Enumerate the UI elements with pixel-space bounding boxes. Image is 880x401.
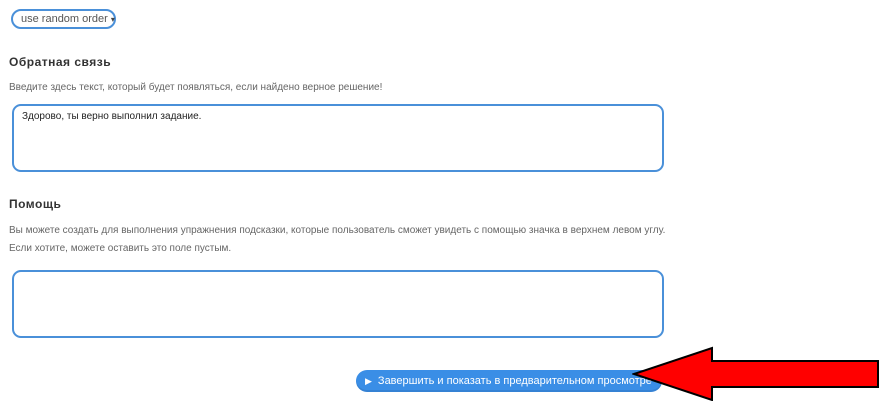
- feedback-hint: Введите здесь текст, который будет появл…: [9, 82, 383, 93]
- feedback-text: Здорово, ты верно выполнил задание.: [22, 111, 202, 122]
- annotation-arrow-icon: [632, 346, 879, 401]
- order-select-value: use random order: [21, 13, 108, 25]
- help-hint-line1: Вы можете создать для выполнения упражне…: [9, 225, 666, 236]
- finish-preview-label: Завершить и показать в предварительном п…: [377, 375, 652, 387]
- finish-preview-button[interactable]: ▶ Завершить и показать в предварительном…: [356, 370, 662, 392]
- play-icon: ▶: [365, 375, 372, 386]
- order-select[interactable]: use random order ▾: [11, 9, 116, 29]
- chevron-down-icon: ▾: [110, 14, 115, 24]
- feedback-title: Обратная связь: [9, 55, 112, 69]
- feedback-textarea[interactable]: Здорово, ты верно выполнил задание.: [12, 104, 664, 172]
- exercise-settings-page: use random order ▾ Обратная связь Введит…: [0, 0, 880, 401]
- help-hint-line2: Если хотите, можете оставить это поле пу…: [9, 243, 232, 254]
- help-title: Помощь: [9, 197, 62, 211]
- help-textarea[interactable]: [12, 270, 664, 338]
